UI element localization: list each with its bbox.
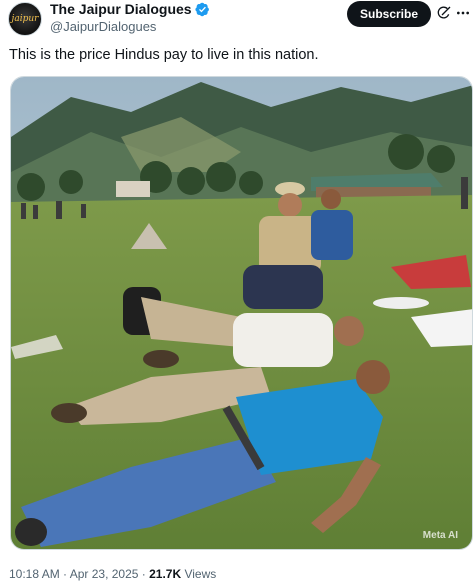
views-label: Views (181, 567, 217, 581)
subscribe-button[interactable]: Subscribe (347, 1, 431, 27)
ai-watermark: Meta AI (422, 530, 458, 541)
avatar-logo-text: jaipur (11, 14, 39, 24)
tweet-text: This is the price Hindus pay to live in … (9, 47, 319, 63)
tweet-header: jaipur The Jaipur Dialogues @JaipurDialo… (0, 0, 473, 40)
tweet-meta: 10:18 AM · Apr 23, 2025 · 21.7K Views (9, 567, 216, 581)
grok-icon[interactable] (436, 5, 452, 21)
post-time[interactable]: 10:18 AM (9, 567, 60, 581)
more-icon[interactable] (455, 5, 471, 21)
display-name[interactable]: The Jaipur Dialogues (50, 1, 192, 18)
display-name-row: The Jaipur Dialogues (50, 1, 210, 18)
author-names: The Jaipur Dialogues @JaipurDialogues (50, 1, 210, 35)
views-count[interactable]: 21.7K (149, 567, 181, 581)
verified-badge-icon (195, 2, 209, 17)
avatar[interactable]: jaipur (8, 2, 42, 36)
meta-separator: · (138, 567, 150, 581)
scene-illustration (11, 77, 472, 549)
post-date[interactable]: Apr 23, 2025 (70, 567, 139, 581)
meta-separator: · (59, 567, 70, 581)
tweet-image[interactable]: Meta AI (10, 76, 473, 550)
handle[interactable]: @JaipurDialogues (50, 18, 210, 35)
